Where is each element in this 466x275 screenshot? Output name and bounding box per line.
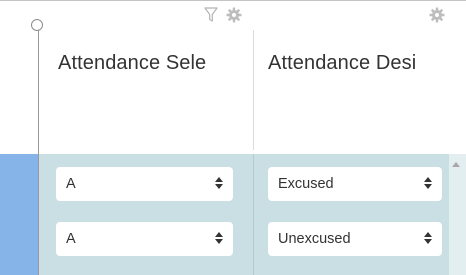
scroll-up-arrow-icon[interactable] [452,162,460,167]
freeze-handle[interactable] [31,19,43,31]
select-value: Excused [278,176,334,192]
select-value: A [66,176,76,192]
sort-arrows-icon [215,175,223,191]
select-value: A [66,231,76,247]
vertical-scrollbar[interactable] [449,154,466,275]
filter-icon[interactable] [204,7,218,23]
column-header-attendance-selection[interactable]: Attendance Sele [58,52,248,75]
row-selection-marker[interactable] [0,154,38,275]
gear-icon[interactable] [429,7,445,23]
attendance-selection-select[interactable]: A [56,222,233,256]
attendance-designation-select[interactable]: Unexcused [268,222,442,256]
select-value: Unexcused [278,231,351,247]
sort-arrows-icon [215,230,223,246]
sort-arrows-icon [424,230,432,246]
gear-icon[interactable] [226,7,242,23]
column-divider[interactable] [253,30,254,150]
frozen-column-line [38,25,39,275]
cell-divider [253,154,254,275]
attendance-designation-select[interactable]: Excused [268,167,442,201]
column-header-attendance-designation[interactable]: Attendance Desi [268,52,458,75]
attendance-selection-select[interactable]: A [56,167,233,201]
sort-arrows-icon [424,175,432,191]
